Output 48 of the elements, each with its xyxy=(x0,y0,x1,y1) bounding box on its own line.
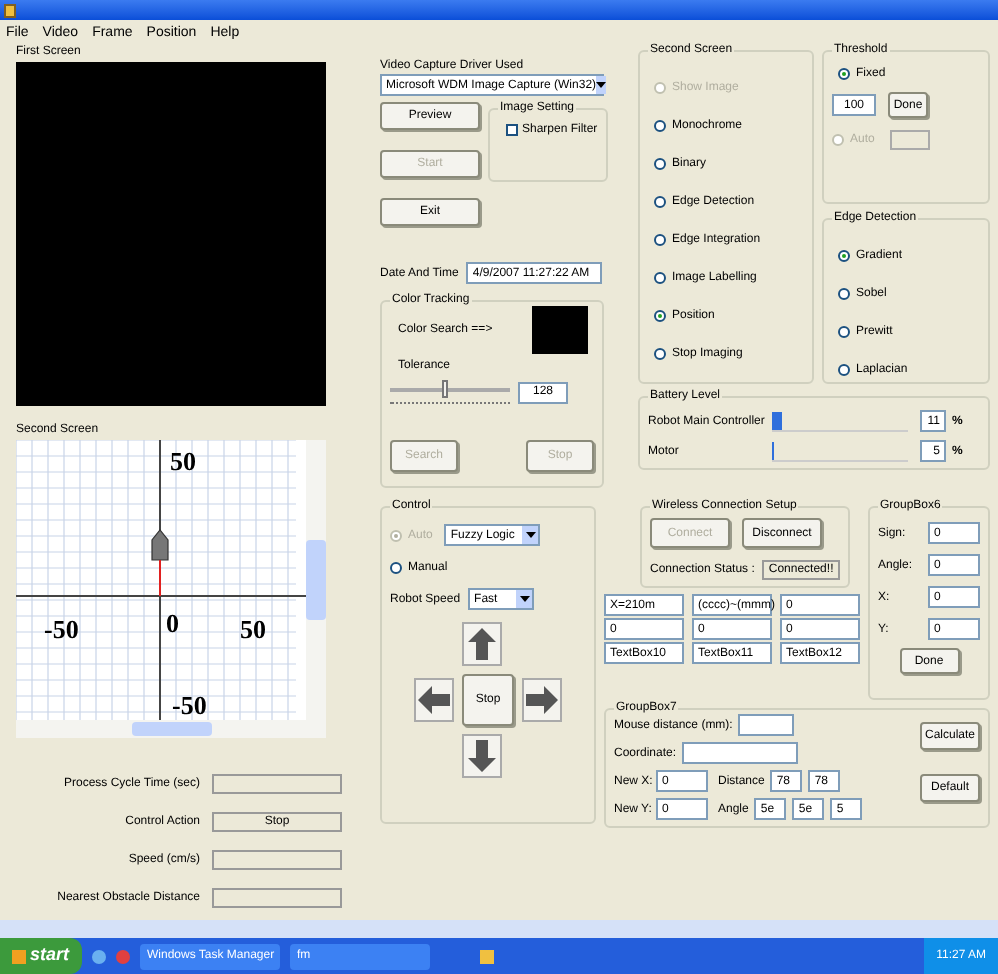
app-icon xyxy=(4,3,16,17)
arrow-button[interactable] xyxy=(462,734,502,778)
browser-icon[interactable] xyxy=(91,949,106,963)
checkbox[interactable] xyxy=(506,124,518,136)
readout-field xyxy=(212,850,342,870)
start-button[interactable]: start xyxy=(0,938,82,974)
radio-button[interactable] xyxy=(654,196,666,208)
right-arrow-icon xyxy=(526,686,558,714)
radio-button[interactable] xyxy=(654,120,666,132)
radio-button[interactable] xyxy=(838,68,850,80)
text-field[interactable] xyxy=(738,714,795,736)
readout-field xyxy=(212,888,342,908)
vertical-scrollbar[interactable] xyxy=(306,440,326,720)
axis-label: 50 xyxy=(240,614,266,644)
axis-label: 0 xyxy=(166,608,179,638)
radio-button[interactable] xyxy=(390,562,402,574)
readout-field xyxy=(212,774,342,794)
arrow-button[interactable] xyxy=(522,678,562,722)
radio-button[interactable] xyxy=(838,288,850,300)
text-field[interactable] xyxy=(890,130,931,150)
radio-button[interactable] xyxy=(654,272,666,284)
robot-icon xyxy=(151,529,169,597)
dropdown-arrow-icon xyxy=(596,76,607,94)
tolerance-slider[interactable] xyxy=(390,380,510,404)
radio-button[interactable] xyxy=(654,158,666,170)
radio-button[interactable] xyxy=(838,364,850,376)
axis-label: 50 xyxy=(170,446,196,476)
horizontal-scrollbar[interactable] xyxy=(16,720,326,738)
arrow-button[interactable] xyxy=(462,622,502,666)
axis-label: -50 xyxy=(44,614,79,644)
horizontal-scrollbar[interactable] xyxy=(0,920,998,938)
radio-button[interactable] xyxy=(654,234,666,246)
radio-button[interactable] xyxy=(654,310,666,322)
text-field[interactable] xyxy=(682,742,799,764)
radio-button[interactable] xyxy=(654,348,666,360)
axis-label: -50 xyxy=(172,690,207,720)
windows-logo-icon xyxy=(12,949,26,963)
left-arrow-icon xyxy=(418,686,450,714)
window-icon[interactable] xyxy=(479,949,494,963)
up-arrow-icon xyxy=(468,628,496,660)
radio-button[interactable] xyxy=(838,250,850,262)
dropdown-arrow-icon xyxy=(522,526,539,544)
down-arrow-icon xyxy=(468,740,496,772)
dropdown-arrow-icon xyxy=(516,590,533,608)
arrow-button[interactable] xyxy=(414,678,454,722)
slider-thumb[interactable] xyxy=(441,380,448,398)
radio-button[interactable] xyxy=(838,326,850,338)
color-swatch xyxy=(532,306,588,354)
